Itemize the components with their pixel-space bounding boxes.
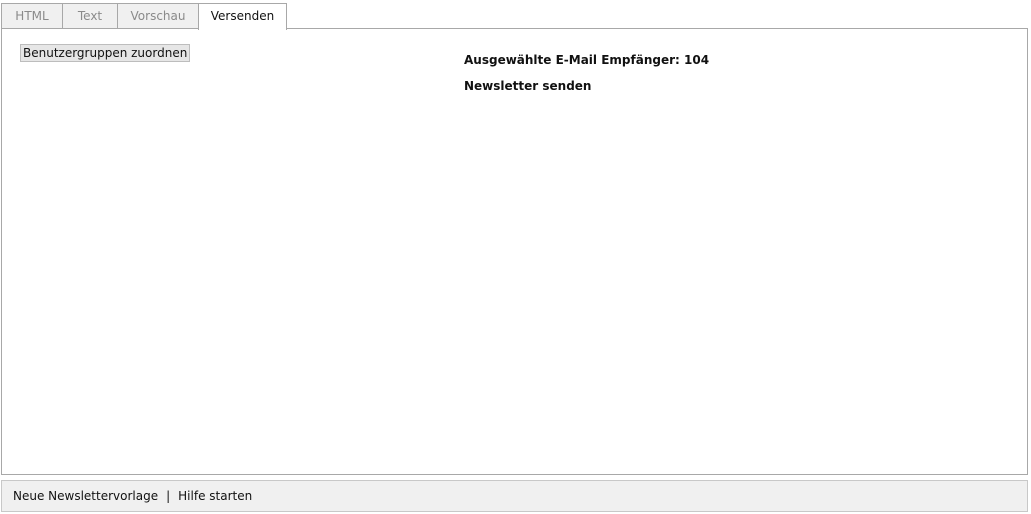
tab-bar: HTML Text Vorschau Versenden <box>1 3 287 30</box>
assign-user-groups-button[interactable]: Benutzergruppen zuordnen <box>20 44 191 62</box>
start-help-link[interactable]: Hilfe starten <box>178 489 252 503</box>
footer-separator: | <box>166 489 171 503</box>
tab-versenden[interactable]: Versenden <box>198 3 287 30</box>
tab-text[interactable]: Text <box>62 3 117 29</box>
new-newsletter-template-link[interactable]: Neue Newslettervorlage <box>13 489 158 503</box>
selected-recipients-count: Ausgewählte E-Mail Empfänger: 104 <box>464 53 710 67</box>
send-panel: Benutzergruppen zuordnen Ausgewählte E-M… <box>1 28 1028 475</box>
tab-vorschau[interactable]: Vorschau <box>117 3 198 29</box>
send-newsletter-link[interactable]: Newsletter senden <box>464 79 591 93</box>
footer-bar: Neue Newslettervorlage | Hilfe starten <box>1 480 1028 512</box>
tab-html[interactable]: HTML <box>1 3 62 29</box>
